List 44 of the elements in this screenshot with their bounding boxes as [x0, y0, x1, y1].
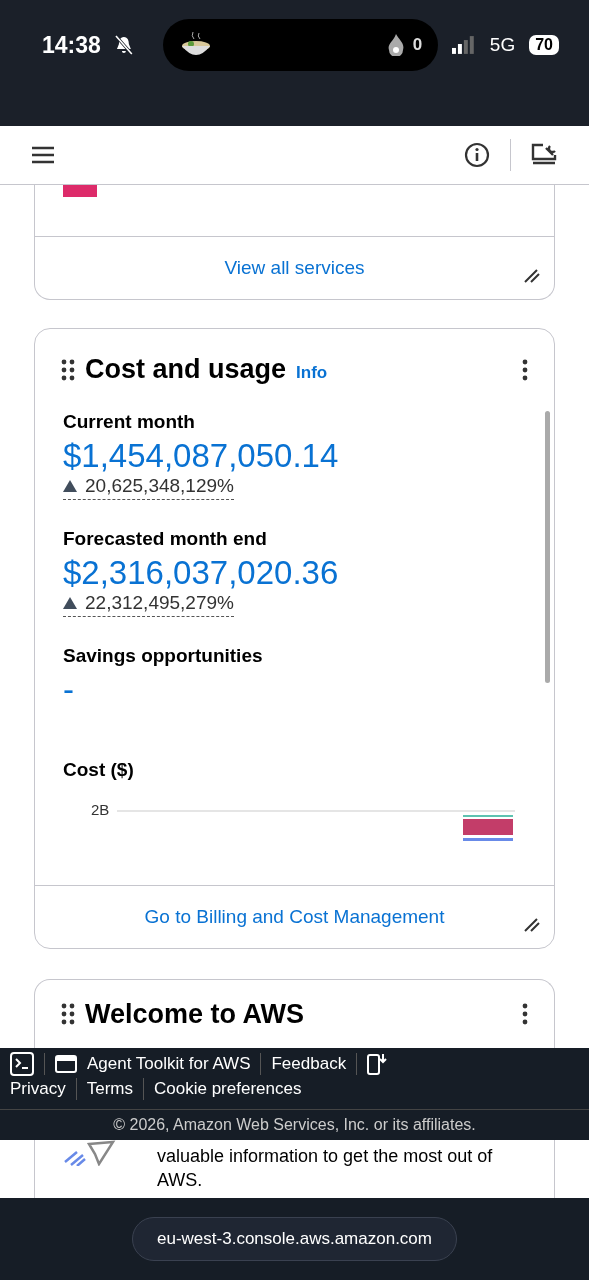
- footer-link[interactable]: Privacy: [10, 1079, 66, 1099]
- resize-icon[interactable]: [524, 918, 540, 932]
- terminal-icon[interactable]: [10, 1052, 34, 1076]
- more-options-icon[interactable]: [522, 358, 528, 381]
- copyright-text: © 2026, Amazon Web Services, Inc. or its affiliates.: [113, 1116, 476, 1134]
- billing-link[interactable]: Go to Billing and Cost Management: [144, 906, 445, 928]
- metric-value: $1,454,087,050.14: [63, 436, 339, 475]
- flame-icon: [386, 34, 405, 56]
- network-type: 5G: [489, 34, 516, 56]
- scrollbar[interactable]: [545, 410, 550, 683]
- info-icon[interactable]: [464, 142, 490, 168]
- more-options-icon[interactable]: [522, 1003, 528, 1025]
- metric-label: Forecasted month end: [63, 527, 267, 550]
- resize-icon[interactable]: [524, 268, 540, 283]
- info-link[interactable]: Info: [296, 362, 512, 383]
- chart-bar: [463, 837, 514, 841]
- metric-label: Current month: [63, 410, 195, 433]
- battery-level: 70: [529, 35, 559, 55]
- drag-handle-icon[interactable]: [61, 358, 75, 381]
- metric-label: Savings opportunities: [63, 644, 263, 667]
- view-all-services-link[interactable]: View all services: [224, 256, 365, 279]
- signal-icon: [452, 36, 476, 54]
- drag-handle-icon[interactable]: [61, 1003, 75, 1025]
- metric-value: -: [63, 670, 74, 709]
- footer-link[interactable]: Feedback: [271, 1054, 347, 1074]
- percent-change-text: 20,625,348,129%: [85, 474, 234, 497]
- menu-icon[interactable]: [32, 146, 54, 164]
- footer-link[interactable]: Terms: [86, 1079, 133, 1099]
- clock-time: 14:38: [42, 31, 101, 59]
- service-icon: [63, 185, 97, 197]
- activity-count: 0: [412, 35, 423, 55]
- widget-title: Welcome to AWS: [85, 998, 306, 1030]
- widget-title: Cost and usage: [85, 354, 287, 386]
- metric-value: $2,316,037,020.36: [63, 553, 339, 592]
- welcome-text: valuable information to get the most out of AWS.: [157, 1145, 494, 1192]
- footer-link[interactable]: Agent Toolkit for AWS: [87, 1054, 251, 1074]
- phone-download-icon[interactable]: [367, 1053, 388, 1075]
- window-icon: [55, 1055, 77, 1073]
- muted-bell-icon: [114, 35, 133, 55]
- axis-tick-label: 2B: [91, 800, 110, 818]
- footer-link[interactable]: Cookie preferences: [154, 1079, 302, 1099]
- percent-change-text: 22,312,495,279%: [85, 591, 234, 614]
- chart-title: Cost ($): [63, 758, 135, 781]
- url-bar[interactable]: eu-west-3.console.aws.amazon.com: [132, 1217, 457, 1261]
